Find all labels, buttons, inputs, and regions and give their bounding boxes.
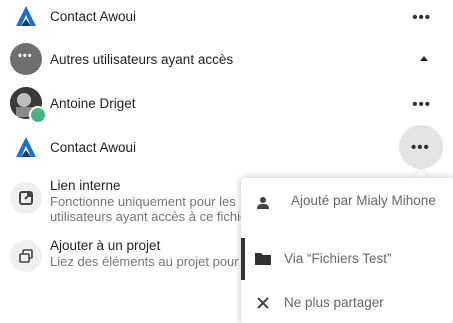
external-link-icon: [19, 191, 33, 205]
avatar: [10, 87, 47, 124]
user-icon: [257, 197, 269, 209]
status-indicator: [29, 106, 47, 124]
project-title: Ajouter à un projet: [50, 238, 161, 253]
share-row: Contact Awoui •••: [0, 0, 453, 38]
internal-link-title: Lien interne: [50, 178, 121, 193]
internal-link-avatar: [10, 182, 42, 214]
more-horizontal-icon: •••: [411, 139, 430, 156]
triangle-up-icon: [420, 56, 428, 61]
folder-icon: [255, 253, 271, 265]
other-users-label: Autres utilisateurs ayant accès: [50, 52, 234, 67]
awoui-logo-icon: [16, 6, 36, 26]
menu-item-via[interactable]: Via “Fichiers Test”: [241, 238, 453, 280]
unshare-text: Ne plus partager: [284, 295, 384, 310]
share-row: Antoine Driget •••: [0, 81, 453, 125]
share-row: Contact Awoui •••: [0, 125, 453, 169]
close-icon: [257, 297, 269, 309]
share-actions-button[interactable]: •••: [399, 125, 443, 169]
project-description: Liez des éléments au projet pour: [50, 254, 239, 269]
project-avatar: [10, 240, 42, 272]
added-by-text: Ajouté par Mialy Mihone: [291, 193, 436, 208]
menu-item-added-by: Ajouté par Mialy Mihone: [241, 186, 453, 238]
more-horizontal-icon: •••: [18, 50, 33, 62]
share-actions-menu: Ajouté par Mialy Mihone Via “Fichiers Te…: [241, 178, 453, 323]
more-users-avatar: •••: [10, 43, 42, 75]
share-name: Contact Awoui: [50, 140, 137, 155]
via-text: Via “Fichiers Test”: [284, 251, 392, 266]
awoui-logo-icon: [16, 137, 36, 157]
projects-icon: [19, 249, 33, 263]
share-name: Antoine Driget: [50, 96, 136, 111]
more-horizontal-icon[interactable]: •••: [412, 97, 431, 112]
more-horizontal-icon[interactable]: •••: [412, 10, 431, 25]
other-users-toggle[interactable]: ••• Autres utilisateurs ayant accès: [0, 37, 453, 81]
internal-link-description: Fonctionne uniquement pour les utilisate…: [50, 194, 252, 224]
share-name: Contact Awoui: [50, 9, 137, 24]
menu-item-unshare[interactable]: Ne plus partager: [241, 286, 453, 322]
